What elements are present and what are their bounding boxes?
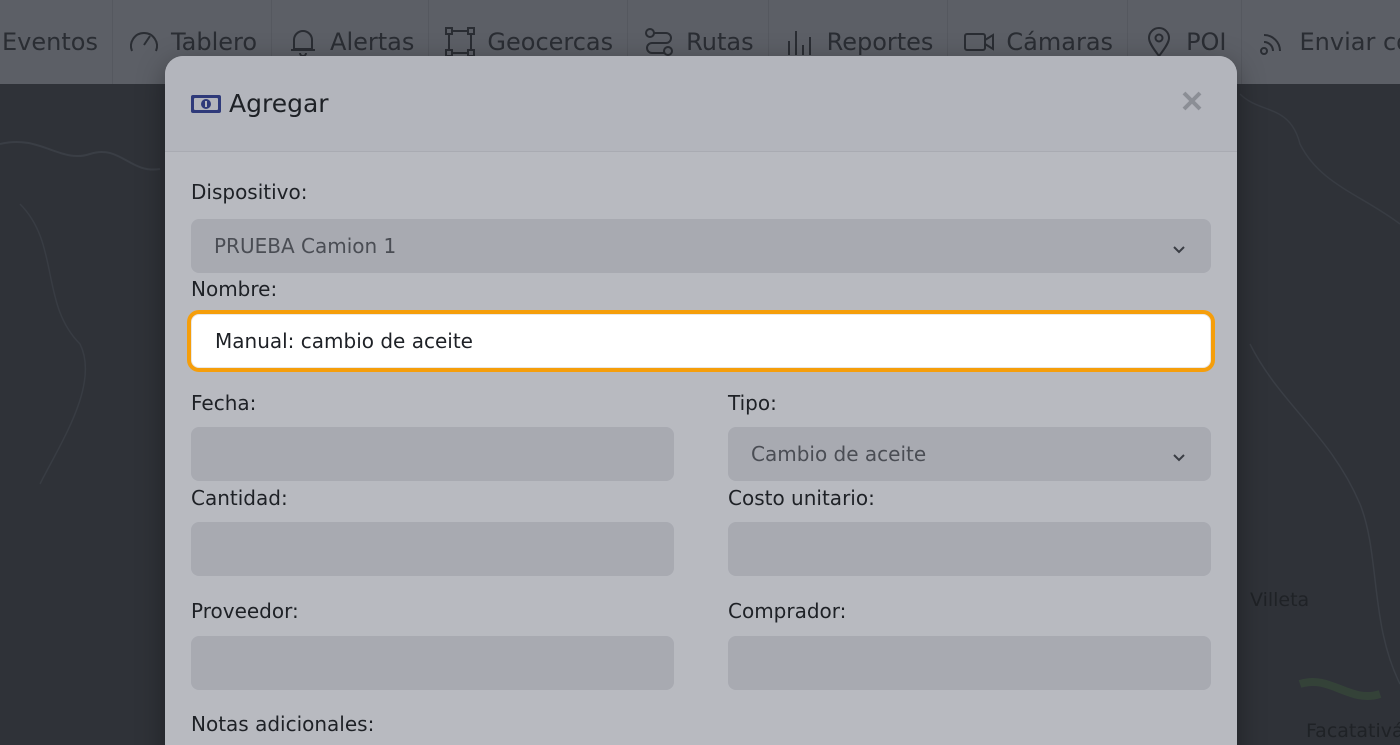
route-icon xyxy=(645,28,674,56)
nombre-label: Nombre: xyxy=(191,277,278,301)
bar-chart-icon xyxy=(787,31,811,55)
geofence-icon xyxy=(445,27,476,57)
nombre-input[interactable]: Manual: cambio de aceite xyxy=(191,314,1211,368)
comprador-label: Comprador: xyxy=(728,599,847,623)
nav-item-label: Eventos xyxy=(2,28,98,56)
dispositivo-value: PRUEBA Camion 1 xyxy=(214,234,397,258)
nav-item-label: Enviar comando xyxy=(1299,28,1400,56)
nav-item-label: Geocercas xyxy=(487,28,614,56)
notas-label: Notas adicionales: xyxy=(191,712,375,736)
nav-item-eventos[interactable]: Eventos xyxy=(0,0,113,84)
signal-icon xyxy=(1259,34,1281,55)
nombre-value: Manual: cambio de aceite xyxy=(215,329,473,353)
nav-item-label: Alertas xyxy=(330,28,415,56)
fecha-label: Fecha: xyxy=(191,391,257,415)
close-button[interactable] xyxy=(1175,84,1209,118)
map-label-villeta: Villeta xyxy=(1250,589,1310,611)
proveedor-label: Proveedor: xyxy=(191,599,299,623)
close-icon xyxy=(1182,91,1202,111)
fecha-input[interactable] xyxy=(191,427,674,481)
gauge-icon xyxy=(129,32,158,52)
nav-item-enviar-comando[interactable]: Enviar comando xyxy=(1242,0,1400,84)
banknote-icon xyxy=(191,94,221,113)
costo-unitario-label: Costo unitario: xyxy=(728,486,875,510)
camera-icon xyxy=(964,33,995,51)
cantidad-label: Cantidad: xyxy=(191,486,288,510)
modal-body: Dispositivo: PRUEBA Camion 1 Nombre: Man… xyxy=(165,152,1237,745)
bell-icon xyxy=(291,30,316,57)
tipo-label: Tipo: xyxy=(728,391,777,415)
chevron-down-icon xyxy=(1171,238,1187,254)
modal-title: Agregar xyxy=(229,89,329,118)
dispositivo-label: Dispositivo: xyxy=(191,180,308,204)
tipo-value: Cambio de aceite xyxy=(751,442,927,466)
modal-header: Agregar xyxy=(165,56,1237,152)
nav-item-label: Rutas xyxy=(686,28,754,56)
cantidad-input[interactable] xyxy=(191,522,674,576)
costo-unitario-input[interactable] xyxy=(728,522,1211,576)
proveedor-input[interactable] xyxy=(191,636,674,690)
map-label-facatativa: Facatativá xyxy=(1306,720,1400,742)
add-maintenance-modal: Agregar Dispositivo: PRUEBA Camion 1 Nom… xyxy=(165,56,1237,745)
map-pin-icon xyxy=(1148,27,1171,58)
comprador-input[interactable] xyxy=(728,636,1211,690)
tipo-select[interactable]: Cambio de aceite xyxy=(728,427,1211,481)
chevron-down-icon xyxy=(1171,446,1187,462)
nav-item-label: Tablero xyxy=(170,28,258,56)
nav-item-label: Reportes xyxy=(826,28,934,56)
nav-item-label: Cámaras xyxy=(1006,28,1114,56)
dispositivo-select[interactable]: PRUEBA Camion 1 xyxy=(191,219,1211,273)
nav-item-label: POI xyxy=(1186,28,1227,56)
